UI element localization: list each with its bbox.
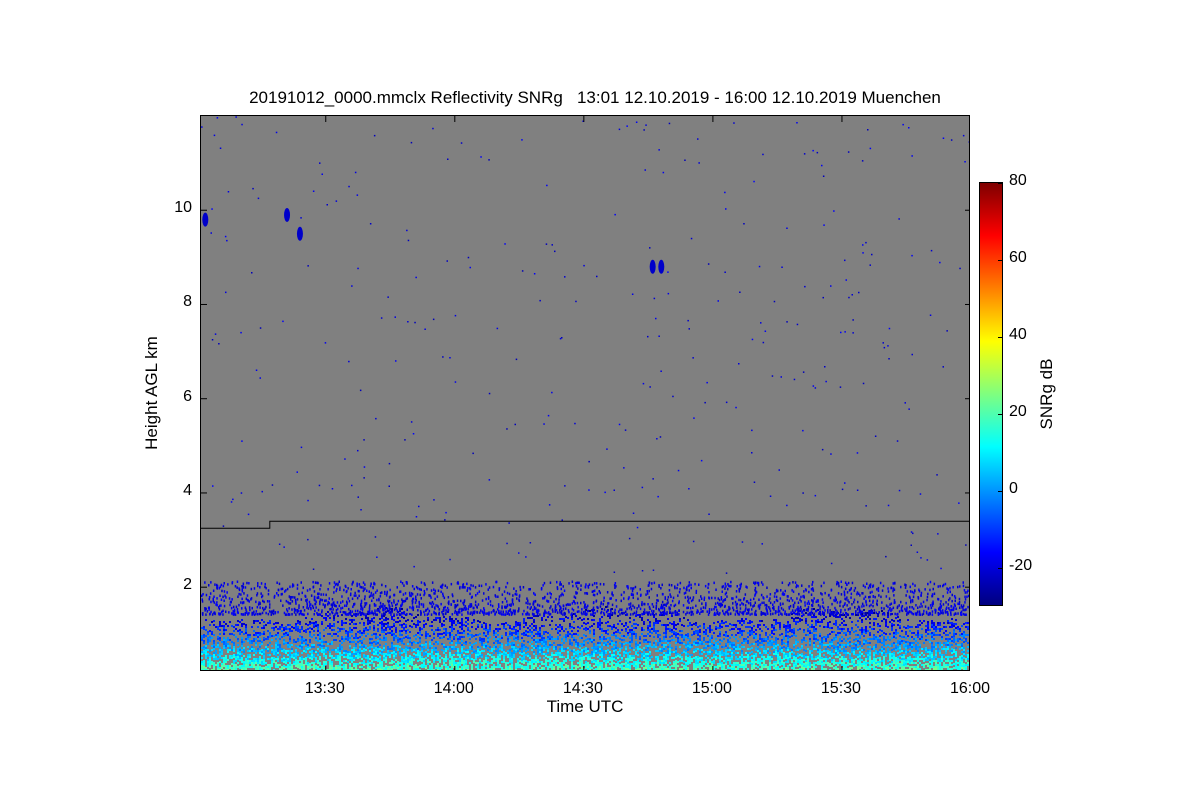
cloud-feature-3 bbox=[649, 259, 656, 274]
plot-svg bbox=[201, 116, 969, 670]
plot-area bbox=[200, 115, 970, 671]
cloud-feature-4 bbox=[658, 259, 665, 274]
y-tick-label: 4 bbox=[183, 481, 192, 499]
x-tick-label: 16:00 bbox=[949, 680, 991, 697]
x-tick-label: 13:30 bbox=[304, 680, 345, 697]
colorbar-tick-label: 60 bbox=[1009, 249, 1027, 267]
colorbar-tick-mark bbox=[998, 491, 1003, 493]
y-tick-label: 2 bbox=[183, 576, 192, 594]
chart-title: 20191012_0000.mmclx Reflectivity SNRg 13… bbox=[249, 88, 941, 107]
cloud-feature-0 bbox=[202, 212, 209, 227]
colorbar-title: SNRg dB bbox=[1037, 358, 1056, 430]
y-tick-label: 10 bbox=[174, 199, 192, 217]
colorbar bbox=[979, 182, 1003, 606]
colorbar-tick-mark bbox=[998, 568, 1003, 570]
colorbar-tick-mark bbox=[998, 414, 1003, 416]
x-tick-label: 14:00 bbox=[433, 680, 474, 697]
x-tick-label: 14:30 bbox=[562, 680, 603, 697]
y-axis-title: Height AGL km bbox=[142, 336, 161, 450]
colorbar-tick-label: 0 bbox=[1009, 480, 1018, 498]
cloud-feature-1 bbox=[284, 207, 291, 222]
x-tick-label: 15:30 bbox=[820, 680, 861, 697]
x-axis-title: Time UTC bbox=[546, 697, 624, 716]
colorbar-tick-label: -20 bbox=[1009, 557, 1033, 575]
x-tick-label: 15:00 bbox=[691, 680, 732, 697]
line-series bbox=[201, 520, 969, 529]
colorbar-tick-label: 40 bbox=[1009, 326, 1027, 344]
colorbar-tick-mark bbox=[998, 337, 1003, 339]
colorbar-tick-mark bbox=[998, 183, 1003, 184]
echo-layer bbox=[201, 116, 969, 670]
colorbar-tick-label: 20 bbox=[1009, 403, 1027, 421]
colorbar-tick-mark bbox=[998, 260, 1003, 262]
colorbar-tick-label: 80 bbox=[1009, 172, 1027, 189]
cloud-feature-2 bbox=[296, 226, 303, 241]
y-tick-label: 8 bbox=[183, 293, 192, 311]
